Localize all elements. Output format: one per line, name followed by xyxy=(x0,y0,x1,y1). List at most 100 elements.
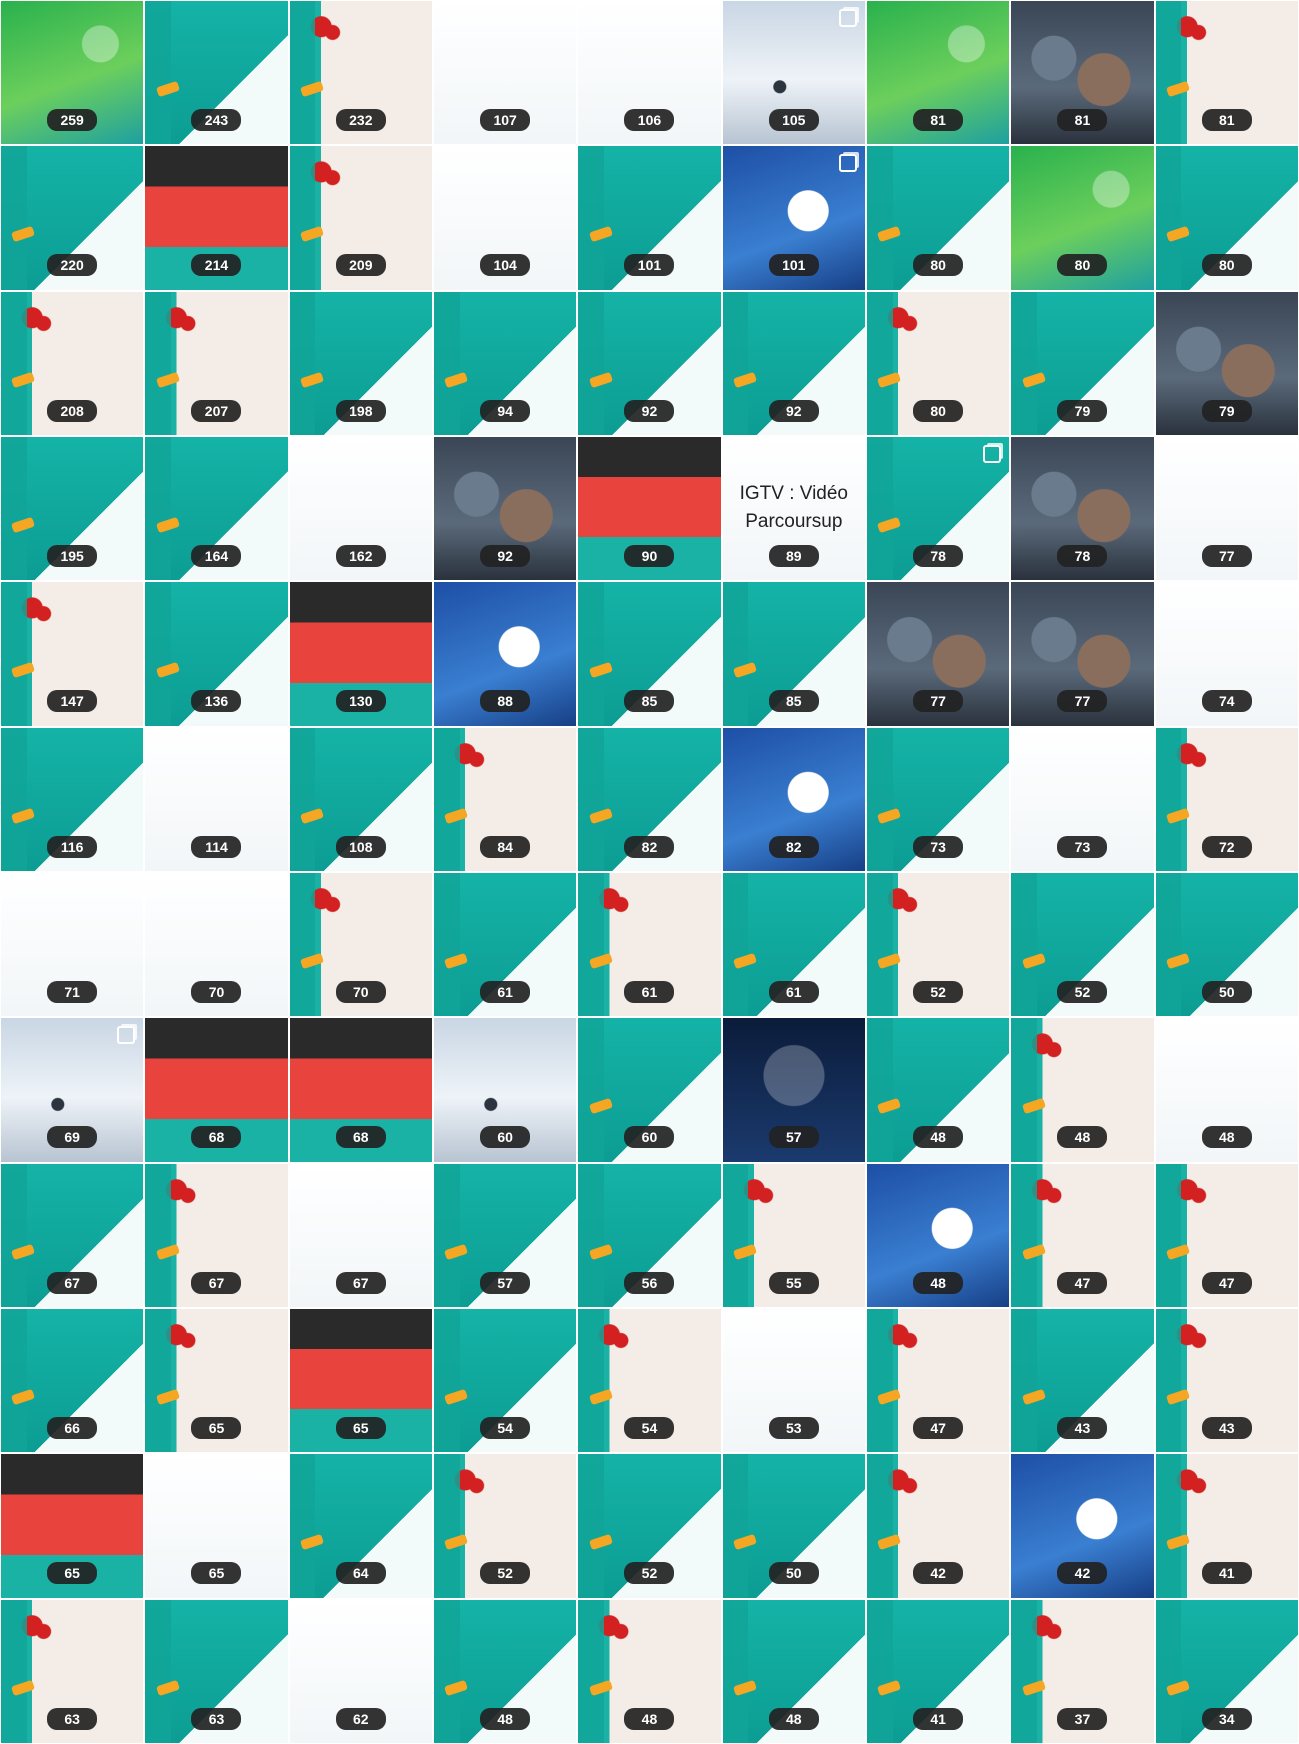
post-tile[interactable]: 74 xyxy=(1154,581,1299,727)
post-tile[interactable]: 220 xyxy=(0,145,145,291)
post-tile[interactable]: 147 xyxy=(0,581,145,727)
post-tile[interactable]: 101 xyxy=(721,145,866,291)
post-tile[interactable]: 69 xyxy=(0,1017,145,1163)
post-tile[interactable]: 60 xyxy=(432,1017,578,1163)
post-tile[interactable]: 65 xyxy=(288,1307,433,1454)
post-tile[interactable]: 107 xyxy=(432,0,578,146)
post-tile[interactable]: 208 xyxy=(0,290,145,436)
post-tile[interactable]: 85 xyxy=(577,581,722,727)
post-tile[interactable]: 108 xyxy=(288,726,433,872)
post-tile[interactable]: 232 xyxy=(288,0,433,146)
post-tile[interactable]: 55 xyxy=(721,1162,866,1308)
post-tile[interactable]: 50 xyxy=(1154,871,1299,1018)
post-tile[interactable]: 56 xyxy=(577,1162,722,1308)
post-tile[interactable]: 64 xyxy=(288,1453,433,1599)
post-tile[interactable]: 88 xyxy=(432,581,578,727)
post-tile[interactable]: 52 xyxy=(577,1453,722,1599)
post-tile[interactable]: 78 xyxy=(1010,435,1155,582)
post-tile[interactable]: 164 xyxy=(144,435,289,582)
post-tile[interactable]: 80 xyxy=(1010,145,1155,291)
post-tile[interactable]: 48 xyxy=(721,1598,866,1744)
post-tile[interactable]: 114 xyxy=(144,726,289,872)
post-tile[interactable]: 106 xyxy=(577,0,722,146)
post-tile[interactable]: 65 xyxy=(144,1453,289,1599)
post-tile[interactable]: 77 xyxy=(1154,435,1299,582)
post-tile[interactable]: 47 xyxy=(1010,1162,1155,1308)
post-tile[interactable]: 80 xyxy=(1154,145,1299,291)
post-tile[interactable]: 61 xyxy=(432,871,578,1018)
post-tile[interactable]: 77 xyxy=(865,581,1011,727)
post-tile[interactable]: 61 xyxy=(577,871,722,1018)
post-tile[interactable]: 130 xyxy=(288,581,433,727)
post-tile[interactable]: 94 xyxy=(432,290,578,436)
post-tile[interactable]: 43 xyxy=(1154,1307,1299,1454)
post-tile[interactable]: 68 xyxy=(144,1017,289,1163)
post-tile[interactable]: 136 xyxy=(144,581,289,727)
post-tile[interactable]: 52 xyxy=(432,1453,578,1599)
post-tile[interactable]: 92 xyxy=(721,290,866,436)
post-tile[interactable]: 63 xyxy=(0,1598,145,1744)
post-tile[interactable]: 85 xyxy=(721,581,866,727)
post-tile[interactable]: 82 xyxy=(577,726,722,872)
post-tile[interactable]: 54 xyxy=(432,1307,578,1454)
post-tile[interactable]: 73 xyxy=(865,726,1011,872)
post-tile[interactable]: 61 xyxy=(721,871,866,1018)
post-tile[interactable]: 116 xyxy=(0,726,145,872)
post-tile[interactable]: 70 xyxy=(288,871,433,1018)
post-tile[interactable]: 67 xyxy=(144,1162,289,1308)
post-tile[interactable]: 92 xyxy=(432,435,578,582)
post-tile[interactable]: 84 xyxy=(432,726,578,872)
post-tile[interactable]: 195 xyxy=(0,435,145,582)
post-tile[interactable]: 48 xyxy=(432,1598,578,1744)
post-tile[interactable]: 57 xyxy=(432,1162,578,1308)
post-tile[interactable]: 66 xyxy=(0,1307,145,1454)
post-tile[interactable]: 52 xyxy=(1010,871,1155,1018)
post-tile[interactable]: 53 xyxy=(721,1307,866,1454)
post-tile[interactable]: 52 xyxy=(865,871,1011,1018)
post-tile[interactable]: 81 xyxy=(1010,0,1155,146)
post-tile[interactable]: 67 xyxy=(288,1162,433,1308)
post-tile[interactable]: 101 xyxy=(577,145,722,291)
post-tile[interactable]: 47 xyxy=(865,1307,1011,1454)
post-tile[interactable]: 105 xyxy=(721,0,866,146)
post-tile[interactable]: 48 xyxy=(1154,1017,1299,1163)
post-tile[interactable]: 70 xyxy=(144,871,289,1018)
post-tile[interactable]: 214 xyxy=(144,145,289,291)
post-tile[interactable]: 48 xyxy=(577,1598,722,1744)
post-tile[interactable]: 79 xyxy=(1010,290,1155,436)
post-tile[interactable]: 54 xyxy=(577,1307,722,1454)
post-tile[interactable]: 209 xyxy=(288,145,433,291)
post-tile[interactable]: 81 xyxy=(865,0,1011,146)
post-tile[interactable]: 82 xyxy=(721,726,866,872)
post-tile[interactable]: 65 xyxy=(144,1307,289,1454)
post-tile[interactable]: 47 xyxy=(1154,1162,1299,1308)
post-tile[interactable]: 92 xyxy=(577,290,722,436)
post-tile[interactable]: 48 xyxy=(865,1162,1011,1308)
post-tile[interactable]: 65 xyxy=(0,1453,145,1599)
post-tile[interactable]: IGTV : Vidéo Parcoursup 89 xyxy=(721,435,866,582)
post-tile[interactable]: 41 xyxy=(1154,1453,1299,1599)
post-tile[interactable]: 48 xyxy=(1010,1017,1155,1163)
post-tile[interactable]: 50 xyxy=(721,1453,866,1599)
post-tile[interactable]: 77 xyxy=(1010,581,1155,727)
post-tile[interactable]: 259 xyxy=(0,0,145,146)
post-tile[interactable]: 198 xyxy=(288,290,433,436)
post-tile[interactable]: 79 xyxy=(1154,290,1299,436)
post-tile[interactable]: 162 xyxy=(288,435,433,582)
post-tile[interactable]: 63 xyxy=(144,1598,289,1744)
post-tile[interactable]: 68 xyxy=(288,1017,433,1163)
post-tile[interactable]: 57 xyxy=(721,1017,866,1163)
post-tile[interactable]: 42 xyxy=(1010,1453,1155,1599)
post-tile[interactable]: 67 xyxy=(0,1162,145,1308)
post-tile[interactable]: 48 xyxy=(865,1017,1011,1163)
post-tile[interactable]: 43 xyxy=(1010,1307,1155,1454)
post-tile[interactable]: 37 xyxy=(1010,1598,1155,1744)
post-tile[interactable]: 73 xyxy=(1010,726,1155,872)
post-tile[interactable]: 62 xyxy=(288,1598,433,1744)
post-tile[interactable]: 78 xyxy=(865,435,1011,582)
post-tile[interactable]: 104 xyxy=(432,145,578,291)
post-tile[interactable]: 81 xyxy=(1154,0,1299,146)
post-tile[interactable]: 80 xyxy=(865,145,1011,291)
post-tile[interactable]: 243 xyxy=(144,0,289,146)
post-tile[interactable]: 90 xyxy=(577,435,722,582)
